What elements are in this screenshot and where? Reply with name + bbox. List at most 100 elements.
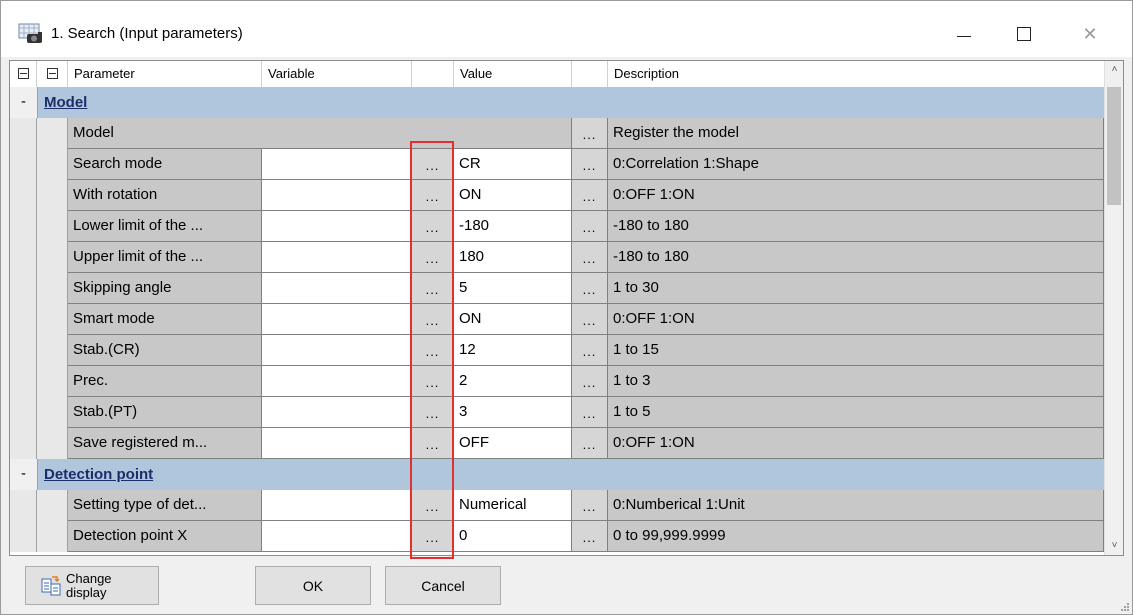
description-cell: 0:OFF 1:ON <box>608 180 1104 211</box>
value-browse-button[interactable]: ... <box>572 211 608 242</box>
value-field[interactable]: ON <box>454 180 572 211</box>
variable-field[interactable] <box>262 304 412 335</box>
header-value: Value <box>454 61 572 87</box>
value-field[interactable]: -180 <box>454 211 572 242</box>
change-display-button[interactable]: Change display <box>25 566 159 605</box>
variable-browse-button[interactable]: ... <box>412 397 454 428</box>
scroll-down-arrow-icon[interactable]: ˅ <box>1105 537 1123 555</box>
variable-browse-button[interactable]: ... <box>412 335 454 366</box>
variable-field[interactable] <box>262 366 412 397</box>
value-browse-button[interactable]: ... <box>572 180 608 211</box>
row-gutter <box>37 428 68 459</box>
parameter-name: Stab.(PT) <box>68 397 262 428</box>
variable-browse-button[interactable]: ... <box>412 242 454 273</box>
variable-field[interactable] <box>262 149 412 180</box>
section-row: - Detection point <box>10 459 1104 490</box>
row-gutter <box>37 521 68 552</box>
resize-grip-icon[interactable] <box>1119 601 1129 611</box>
variable-browse-button[interactable]: ... <box>412 304 454 335</box>
value-field[interactable]: CR <box>454 149 572 180</box>
variable-browse-button[interactable]: ... <box>412 521 454 552</box>
variable-browse-button[interactable]: ... <box>412 149 454 180</box>
section-collapse-toggle[interactable]: - <box>10 459 38 490</box>
row-gutter <box>10 335 37 366</box>
section-collapse-toggle[interactable]: - <box>10 87 38 118</box>
value-browse-button[interactable]: ... <box>572 366 608 397</box>
window-title: 1. Search (Input parameters) <box>51 25 243 42</box>
variable-browse-button[interactable]: ... <box>412 366 454 397</box>
value-field[interactable]: 180 <box>454 242 572 273</box>
scroll-up-arrow-icon[interactable]: ˄ <box>1105 61 1123 79</box>
value-field[interactable]: 2 <box>454 366 572 397</box>
header-variable: Variable <box>262 61 412 87</box>
variable-browse-button[interactable]: ... <box>412 490 454 521</box>
value-field[interactable]: 0 <box>454 521 572 552</box>
maximize-button[interactable] <box>1001 17 1047 51</box>
collapse-group-toggle[interactable] <box>37 61 68 87</box>
variable-field[interactable] <box>262 428 412 459</box>
variable-browse-button[interactable]: ... <box>412 211 454 242</box>
value-browse-button[interactable]: ... <box>572 273 608 304</box>
row-gutter <box>10 118 37 149</box>
row-gutter <box>10 273 37 304</box>
close-button[interactable]: ✕ <box>1067 17 1113 51</box>
parameter-name: Upper limit of the ... <box>68 242 262 273</box>
change-display-line1: Change <box>66 570 112 586</box>
variable-field[interactable] <box>262 211 412 242</box>
description-cell: 0:Correlation 1:Shape <box>608 149 1104 180</box>
ellipsis-icon: ... <box>425 220 440 235</box>
row-gutter <box>37 366 68 397</box>
value-field[interactable]: 5 <box>454 273 572 304</box>
scroll-thumb[interactable] <box>1107 87 1121 205</box>
model-register-button[interactable]: ... <box>572 118 608 149</box>
cancel-button[interactable]: Cancel <box>385 566 501 605</box>
ellipsis-icon: ... <box>582 375 597 390</box>
value-browse-button[interactable]: ... <box>572 149 608 180</box>
variable-field[interactable] <box>262 521 412 552</box>
value-field[interactable]: OFF <box>454 428 572 459</box>
ellipsis-icon: ... <box>582 344 597 359</box>
parameter-row: Detection point X... 0... 0 to 99,999.9999 <box>10 521 1104 552</box>
row-gutter <box>10 428 37 459</box>
value-field[interactable]: ON <box>454 304 572 335</box>
value-browse-button[interactable]: ... <box>572 304 608 335</box>
description-cell: -180 to 180 <box>608 242 1104 273</box>
collapse-all-toggle[interactable] <box>10 61 37 87</box>
variable-field[interactable] <box>262 180 412 211</box>
vertical-scrollbar[interactable]: ˄ ˅ <box>1104 61 1123 555</box>
ellipsis-icon: ... <box>582 127 597 142</box>
row-gutter <box>37 211 68 242</box>
variable-field[interactable] <box>262 397 412 428</box>
value-field[interactable]: 3 <box>454 397 572 428</box>
value-field[interactable]: Numerical <box>454 490 572 521</box>
ok-button[interactable]: OK <box>255 566 371 605</box>
value-browse-button[interactable]: ... <box>572 521 608 552</box>
parameter-row: Search mode... CR... 0:Correlation 1:Shape <box>10 149 1104 180</box>
row-gutter <box>10 366 37 397</box>
value-browse-button[interactable]: ... <box>572 242 608 273</box>
variable-field[interactable] <box>262 335 412 366</box>
ellipsis-icon: ... <box>425 499 440 514</box>
ellipsis-icon: ... <box>582 530 597 545</box>
collapse-icon <box>46 68 58 80</box>
description-cell: 1 to 3 <box>608 366 1104 397</box>
value-browse-button[interactable]: ... <box>572 397 608 428</box>
variable-browse-button[interactable]: ... <box>412 273 454 304</box>
variable-field[interactable] <box>262 273 412 304</box>
section-title[interactable]: Model <box>44 87 87 118</box>
section-title[interactable]: Detection point <box>44 459 153 490</box>
minimize-button[interactable] <box>941 17 987 51</box>
ellipsis-icon: ... <box>425 530 440 545</box>
ellipsis-icon: ... <box>582 220 597 235</box>
variable-browse-button[interactable]: ... <box>412 428 454 459</box>
value-browse-button[interactable]: ... <box>572 490 608 521</box>
value-browse-button[interactable]: ... <box>572 335 608 366</box>
parameter-name: Skipping angle <box>68 273 262 304</box>
value-browse-button[interactable]: ... <box>572 428 608 459</box>
value-field[interactable]: 12 <box>454 335 572 366</box>
variable-field[interactable] <box>262 242 412 273</box>
parameter-name: Detection point X <box>68 521 262 552</box>
description-cell: 0:OFF 1:ON <box>608 304 1104 335</box>
variable-field[interactable] <box>262 490 412 521</box>
variable-browse-button[interactable]: ... <box>412 180 454 211</box>
